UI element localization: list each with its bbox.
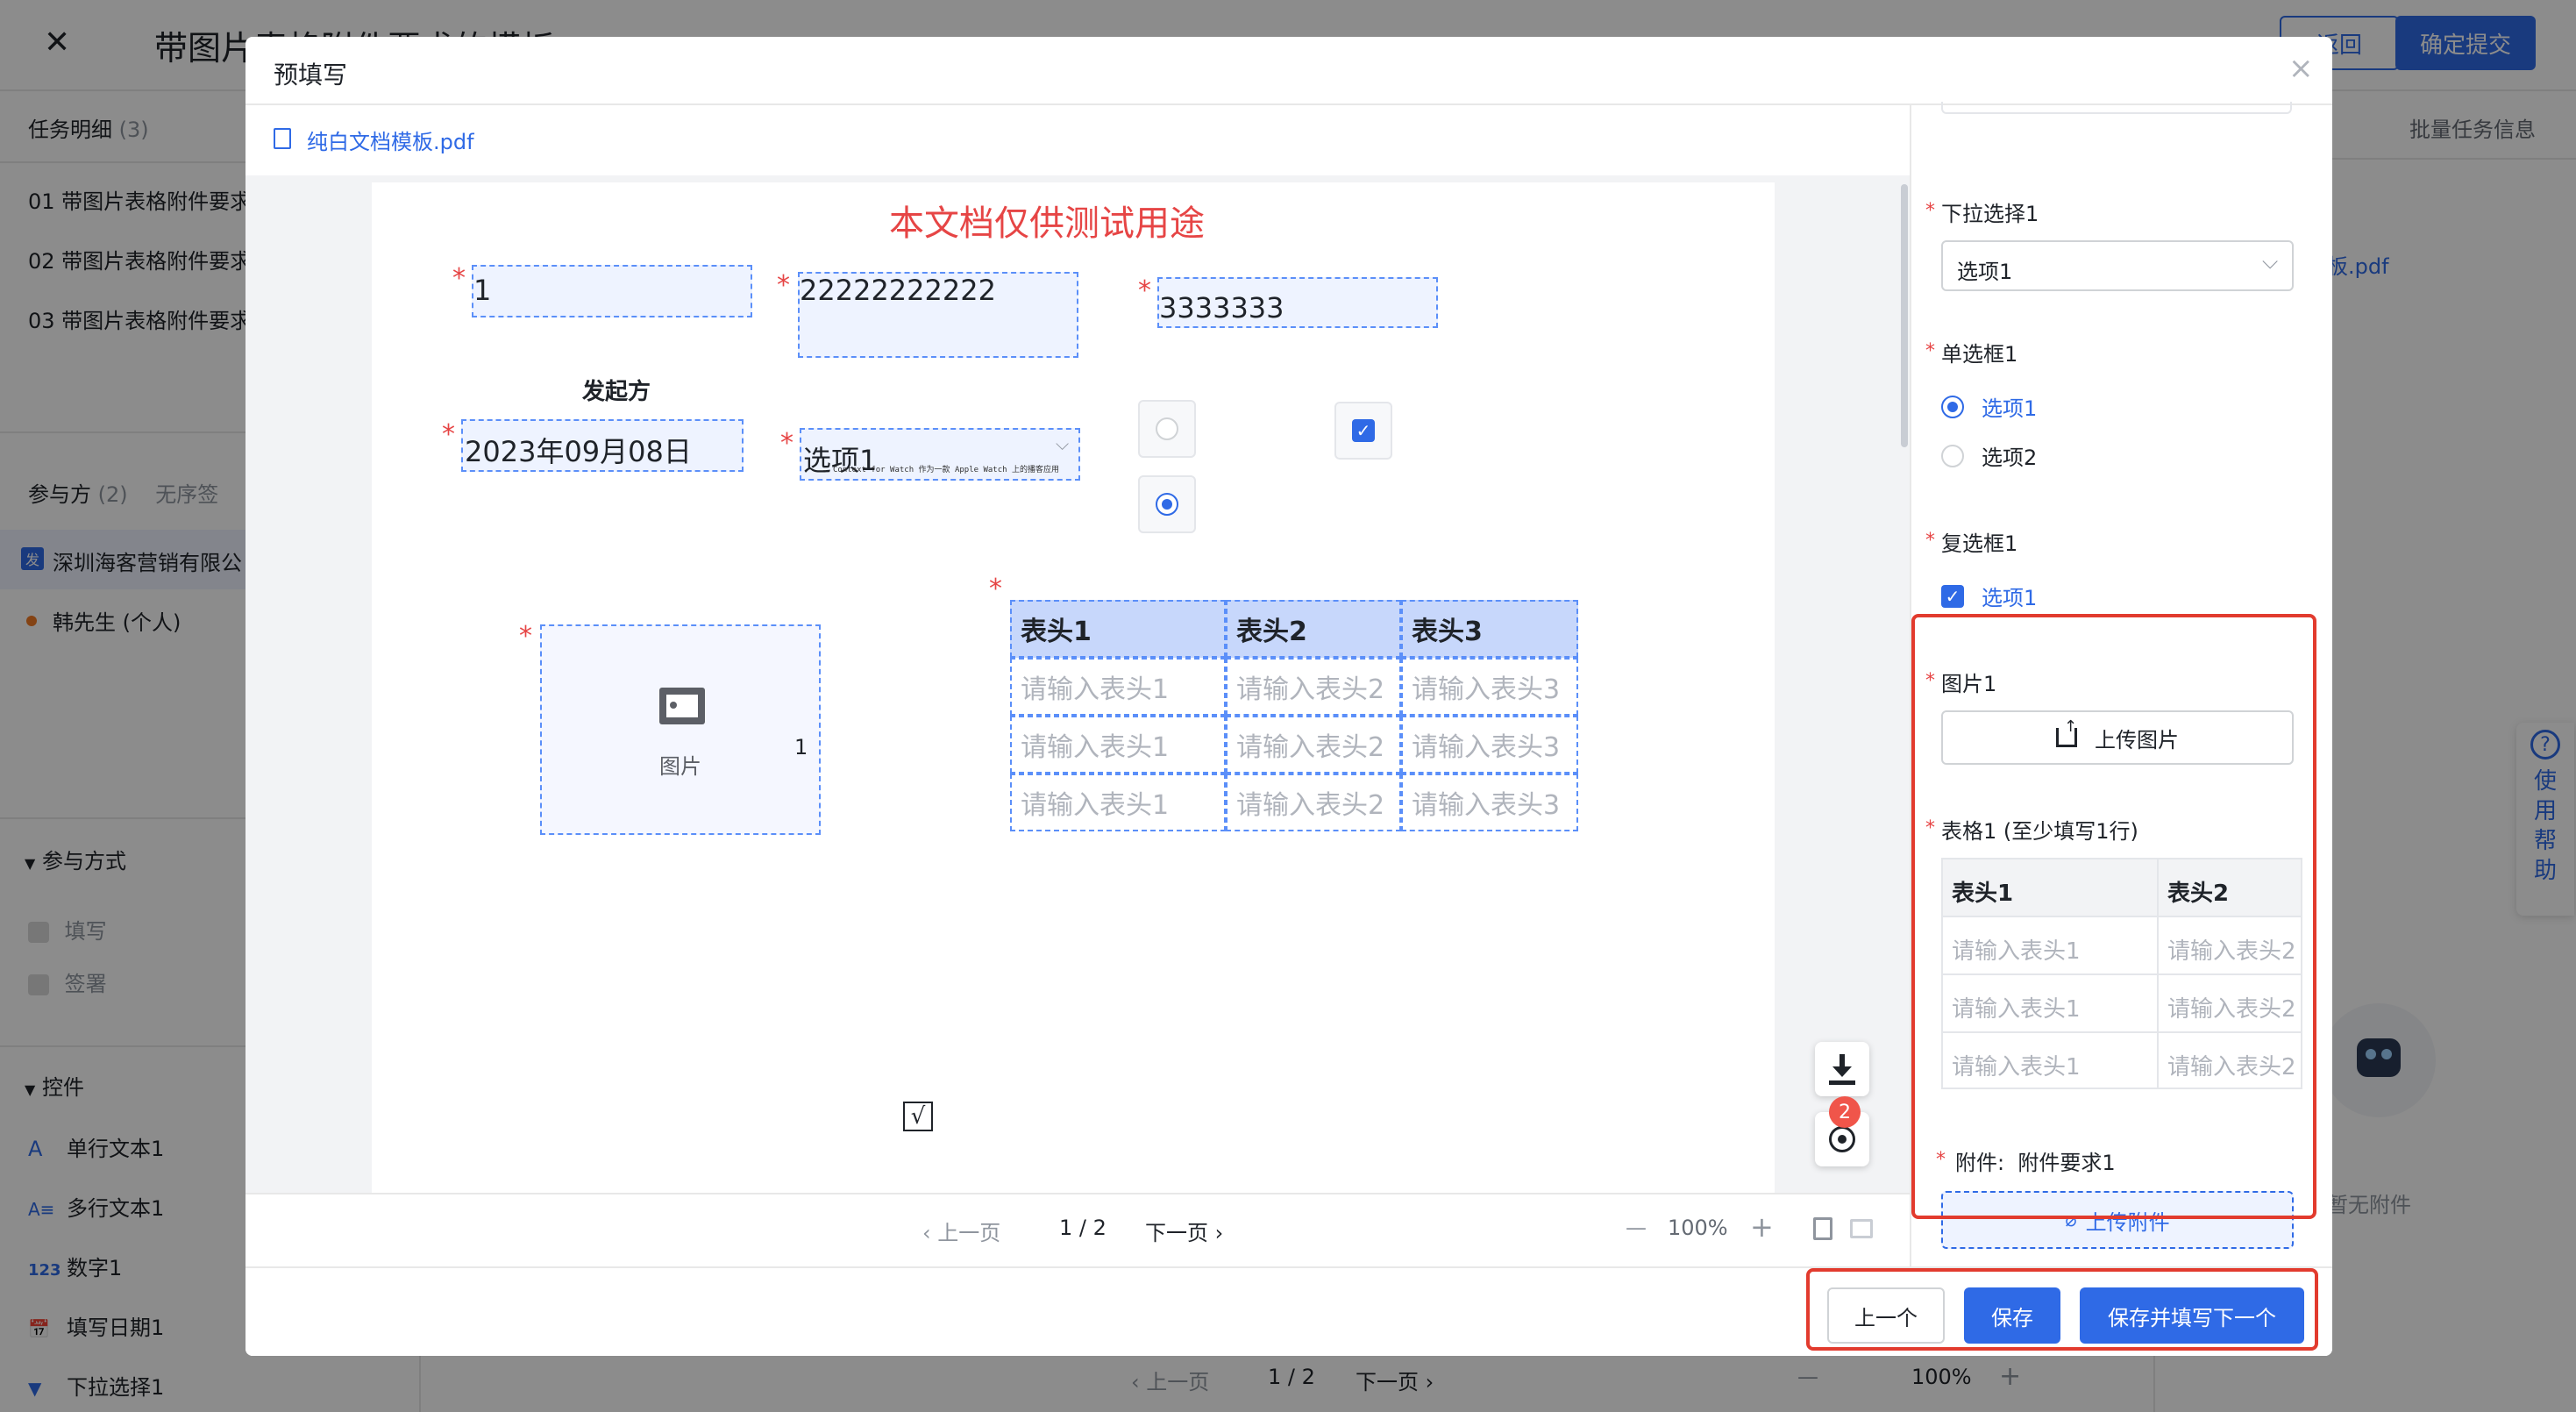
- radio-checked-icon: [1156, 493, 1178, 516]
- checkbox-label: 复选框1: [1941, 531, 2018, 556]
- download-icon[interactable]: [1815, 1042, 1869, 1096]
- required-mark: *: [989, 574, 1002, 604]
- next-label: 下一页: [1145, 1221, 1208, 1245]
- text-field-2[interactable]: 22222222222: [798, 272, 1078, 358]
- required-mark: *: [1925, 340, 1935, 362]
- modal-title: 预填写: [274, 61, 348, 89]
- table-header-cell: 表头2: [1226, 600, 1401, 658]
- required-mark: *: [780, 428, 793, 459]
- document-page: 本文档仅供测试用途 * 1 * 22222222222 * 3333333 发起…: [372, 182, 1775, 1193]
- table-cell[interactable]: 请输入表头3: [1401, 716, 1578, 774]
- tiny-text: Context for Watch 作为一款 Apple Watch 上的播客应…: [833, 466, 1059, 474]
- modal-pager: ‹ 上一页 1 / 2 下一页 › — 100% +: [246, 1193, 1910, 1266]
- table-cell[interactable]: 请输入表头2: [1226, 716, 1401, 774]
- radio-control-checked[interactable]: [1138, 475, 1196, 533]
- file-name: 纯白文档模板.pdf: [307, 130, 474, 154]
- required-mark: *: [442, 419, 455, 450]
- doc-table[interactable]: 表头1 表头2 表头3 请输入表头1 请输入表头2 请输入表头3 请输入表头1 …: [1010, 600, 1578, 831]
- document-icon: [274, 128, 291, 149]
- doc-watermark-title: 本文档仅供测试用途: [889, 203, 1205, 244]
- radio-icon: [1941, 444, 1964, 467]
- dropdown-value: 选项1: [1957, 260, 2013, 284]
- zoom-level: 100%: [1668, 1216, 1728, 1240]
- hd-icon[interactable]: [1850, 1219, 1873, 1238]
- fit-width-icon[interactable]: [1813, 1217, 1832, 1240]
- chevron-down-icon: ⌵: [2262, 249, 2279, 274]
- required-mark: *: [777, 270, 790, 301]
- image-icon: [659, 688, 705, 724]
- next-page-button[interactable]: 下一页 ›: [1145, 1216, 1223, 1246]
- required-mark: *: [519, 621, 532, 652]
- table-cell[interactable]: 请输入表头2: [1226, 774, 1401, 831]
- pending-count-badge: 2: [1829, 1096, 1861, 1128]
- check-mark-box: √: [903, 1102, 933, 1131]
- table-cell[interactable]: 请输入表头3: [1401, 774, 1578, 831]
- prev-page-button[interactable]: ‹ 上一页: [922, 1216, 1000, 1246]
- dropdown-label: 下拉选择1: [1941, 202, 2039, 226]
- page-indicator: 1 / 2: [1059, 1216, 1107, 1240]
- radio-icon: [1156, 417, 1178, 440]
- date-field[interactable]: 2023年09月08日: [461, 419, 744, 472]
- checkbox-option-label: 选项1: [1982, 586, 2038, 610]
- image-field[interactable]: 图片 1: [540, 624, 821, 835]
- image-label: 图片: [659, 754, 701, 779]
- viewer-scrollbar[interactable]: [1901, 184, 1908, 447]
- table-cell[interactable]: 请输入表头3: [1401, 658, 1578, 716]
- table-cell[interactable]: 请输入表头1: [1010, 716, 1226, 774]
- checkbox-control[interactable]: ✓: [1334, 402, 1392, 460]
- text-field-1[interactable]: 1: [472, 265, 752, 317]
- required-mark: *: [1925, 530, 1935, 552]
- radio-option[interactable]: 选项2: [1941, 440, 2037, 471]
- table-cell[interactable]: 请输入表头1: [1010, 774, 1226, 831]
- highlight-box-form: [1911, 614, 2316, 1219]
- table-cell[interactable]: 请输入表头1: [1010, 658, 1226, 716]
- checkbox-option[interactable]: ✓ 选项1: [1941, 581, 2037, 611]
- modal-header: 预填写 ×: [246, 37, 2332, 105]
- image-side-number: 1: [794, 735, 808, 759]
- required-mark: *: [452, 263, 466, 294]
- radio-checked-icon: [1941, 395, 1964, 418]
- table-header-cell: 表头1: [1010, 600, 1226, 658]
- required-mark: *: [1925, 200, 1935, 222]
- checkbox-checked-icon: ✓: [1941, 584, 1964, 608]
- radio-option[interactable]: 选项1: [1941, 391, 2037, 422]
- radio-control-unchecked[interactable]: [1138, 400, 1196, 458]
- text-field-3[interactable]: 3333333: [1157, 277, 1438, 328]
- close-icon[interactable]: ×: [2288, 51, 2314, 86]
- radio-option-label: 选项1: [1982, 396, 2038, 421]
- dropdown-select[interactable]: 选项1 ⌵: [1941, 240, 2294, 291]
- highlight-box-footer: [1806, 1268, 2318, 1351]
- previous-field-stub: [1941, 102, 2292, 114]
- table-header-cell: 表头3: [1401, 600, 1578, 658]
- required-mark: *: [1138, 275, 1151, 306]
- table-cell[interactable]: 请输入表头2: [1226, 658, 1401, 716]
- checkbox-checked-icon: ✓: [1352, 419, 1375, 442]
- zoom-in-icon[interactable]: +: [1750, 1210, 1774, 1244]
- radio-label: 单选框1: [1941, 342, 2018, 367]
- prev-label: 上一页: [937, 1221, 1001, 1245]
- chevron-down-icon: ⌵: [1056, 433, 1070, 454]
- initiator-label: 发起方: [582, 379, 651, 405]
- radio-option-label: 选项2: [1982, 446, 2038, 470]
- zoom-out-icon[interactable]: —: [1626, 1216, 1647, 1240]
